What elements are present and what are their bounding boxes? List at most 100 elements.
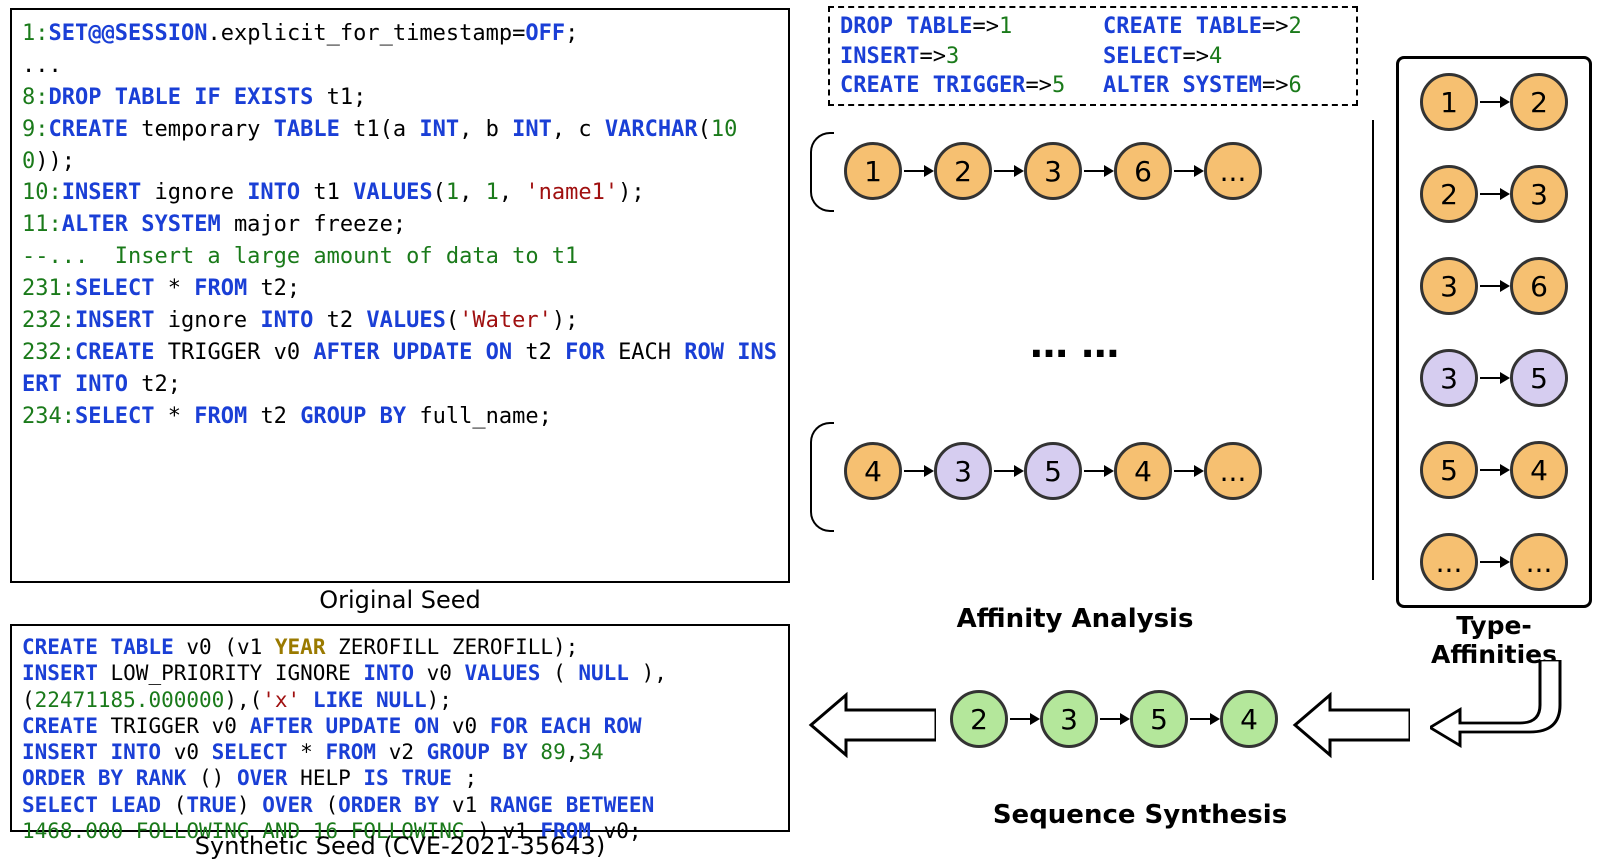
- arrow-left-icon: [1290, 690, 1410, 760]
- type-node: 1: [844, 142, 902, 200]
- txt: EACH: [618, 340, 684, 365]
- arrow-right-icon: [994, 470, 1022, 472]
- legend-row: DROP TABLE=>1: [840, 12, 1083, 42]
- kw: SELECT: [212, 740, 301, 764]
- kw: SELECT: [75, 276, 168, 301]
- arrow-right-icon: [1174, 170, 1202, 172]
- kw: ALTER SYSTEM: [1103, 73, 1262, 98]
- kw: IS TRUE: [363, 766, 464, 790]
- arrow-right-icon: [1480, 193, 1508, 195]
- txt: ));: [35, 149, 75, 174]
- arrow: =>: [1025, 73, 1052, 98]
- txt: ignore: [168, 308, 261, 333]
- txt: .explicit_for_timestamp=: [207, 21, 525, 46]
- txt: HELP: [300, 766, 363, 790]
- arrow-right-icon: [1480, 285, 1508, 287]
- lineno-11: 11:: [22, 212, 62, 237]
- arrow-right-icon: [994, 170, 1022, 172]
- type-affinity-pair: 36: [1420, 257, 1568, 315]
- str: 'x': [262, 688, 313, 712]
- txt: t1;: [327, 85, 367, 110]
- kw: RANGE BETWEEN: [490, 793, 654, 817]
- kw-session: @@SESSION: [88, 21, 207, 46]
- txt: TRIGGER v0: [111, 714, 250, 738]
- kw: SELECT: [75, 404, 168, 429]
- num: 1: [486, 180, 499, 205]
- type-affinity-pair: 12: [1420, 73, 1568, 131]
- kw-off: OFF: [525, 21, 565, 46]
- txt: TRIGGER v0: [168, 340, 314, 365]
- kw: INT: [419, 117, 459, 142]
- txt: );: [618, 180, 645, 205]
- arrow-right-icon: [1480, 101, 1508, 103]
- txt: ): [237, 793, 262, 817]
- txt: *: [300, 740, 325, 764]
- num: 1: [999, 14, 1012, 39]
- kw: OVER: [262, 793, 325, 817]
- arrow-right-icon: [1480, 561, 1508, 563]
- txt: full_name;: [419, 404, 551, 429]
- lineno-232b: 232:: [22, 340, 75, 365]
- type-affinities-box: 1223363554......: [1396, 56, 1592, 608]
- txt: v0: [174, 740, 212, 764]
- txt: t2: [327, 308, 367, 333]
- kw: TABLE: [274, 117, 353, 142]
- kw: ORDER BY RANK: [22, 766, 199, 790]
- type-node: 3: [1024, 142, 1082, 200]
- kw: TRUE: [186, 793, 237, 817]
- txt: );: [427, 688, 452, 712]
- txt: (: [325, 793, 338, 817]
- bracket-icon: [810, 132, 834, 212]
- num: 22471185.000000: [35, 688, 225, 712]
- txt: ;: [465, 766, 478, 790]
- kw: SELECT: [1103, 44, 1182, 69]
- lineno-10: 10:: [22, 180, 62, 205]
- kw: GROUP BY: [300, 404, 419, 429]
- legend-row: INSERT=>3: [840, 42, 1083, 72]
- kw: CREATE TRIGGER: [840, 73, 1025, 98]
- txt: (: [446, 308, 459, 333]
- type-node: 3: [934, 442, 992, 500]
- txt: t2;: [141, 372, 181, 397]
- type-node: 4: [1220, 690, 1278, 748]
- txt: ),(: [224, 688, 262, 712]
- type-node: 6: [1114, 142, 1172, 200]
- txt: t2;: [260, 276, 300, 301]
- type-node: 3: [1510, 165, 1568, 223]
- kw: FOR: [565, 340, 618, 365]
- txt: );: [552, 308, 579, 333]
- txt: v0: [452, 714, 490, 738]
- txt: v1: [452, 793, 490, 817]
- kw: VALUES: [353, 180, 432, 205]
- type-affinity-pair: 54: [1420, 441, 1568, 499]
- affinity-analysis-label: Affinity Analysis: [875, 604, 1275, 634]
- txt: v2: [389, 740, 427, 764]
- kw: AFTER UPDATE ON: [313, 340, 525, 365]
- kw: CREATE: [22, 714, 111, 738]
- type-node: 6: [1510, 257, 1568, 315]
- arrow-right-icon: [1480, 469, 1508, 471]
- type-node: 5: [1420, 441, 1478, 499]
- type-node: ...: [1204, 142, 1262, 200]
- txt: LOW_PRIORITY IGNORE: [111, 661, 364, 685]
- str: 'Water': [459, 308, 552, 333]
- type-node: 1: [1420, 73, 1478, 131]
- type-node: 3: [1420, 349, 1478, 407]
- kw: OVER: [237, 766, 300, 790]
- num: 3: [946, 44, 959, 69]
- type-node: 5: [1024, 442, 1082, 500]
- txt: *: [168, 276, 195, 301]
- txt: , b: [459, 117, 512, 142]
- txt: ignore: [154, 180, 247, 205]
- kw: CREATE TABLE: [1103, 14, 1262, 39]
- str: 'name1': [525, 180, 618, 205]
- kw-set: SET: [49, 21, 89, 46]
- type-affinity-pair: 35: [1420, 349, 1568, 407]
- type-affinity-pair: ......: [1420, 533, 1568, 591]
- legend-row: CREATE TRIGGER=>5: [840, 71, 1083, 101]
- lineno-8: 8:: [22, 85, 49, 110]
- txt: major freeze;: [234, 212, 406, 237]
- stmt-type-legend: DROP TABLE=>1 CREATE TABLE=>2 INSERT=>3 …: [828, 6, 1358, 106]
- kw: VALUES: [366, 308, 445, 333]
- arrow-left-icon: [806, 690, 936, 760]
